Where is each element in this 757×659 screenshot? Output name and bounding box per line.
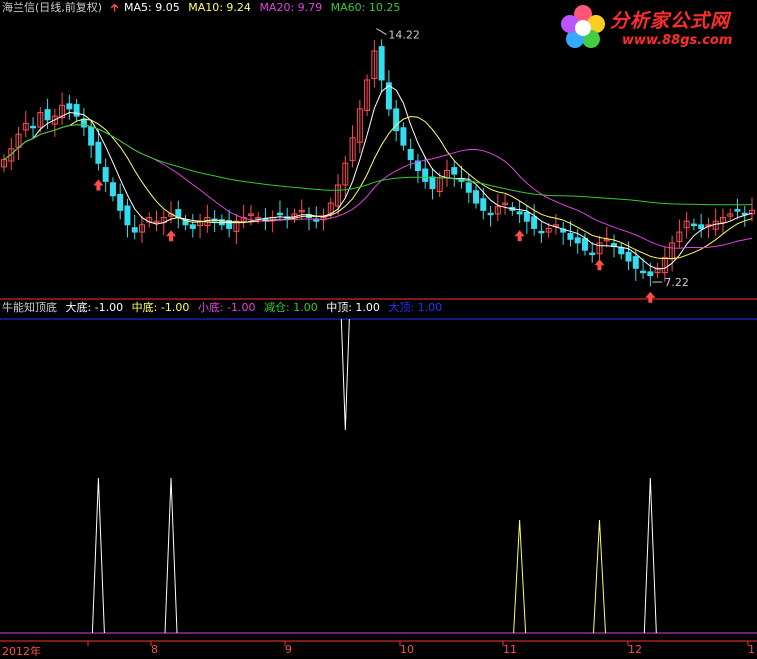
ma5-line: [3, 85, 753, 270]
x-tick-label: 1: [748, 643, 755, 656]
candle-body: [531, 216, 538, 229]
x-tick-label: 9: [285, 643, 292, 656]
candle-body: [451, 167, 458, 175]
buy-arrow-icon: [514, 230, 525, 242]
x-tick-label: 10: [400, 643, 414, 656]
candle-body: [734, 209, 741, 212]
annotation-leader: [376, 28, 387, 35]
candle-body: [131, 227, 138, 233]
candle-body: [465, 182, 472, 193]
candle-body: [538, 230, 545, 234]
candle-body: [407, 148, 414, 161]
candle-body: [690, 223, 697, 227]
candle-body: [124, 205, 131, 226]
indicator-spike: [592, 519, 606, 634]
candle-body: [73, 104, 80, 117]
x-tick-label: 11: [503, 643, 517, 656]
candle-body: [480, 198, 487, 211]
candle-body: [647, 271, 654, 277]
candle-body: [640, 270, 647, 274]
candle-body: [378, 46, 385, 81]
x-tick-label: 12: [628, 643, 642, 656]
candle-body: [66, 103, 73, 110]
buy-arrow-icon: [166, 230, 177, 242]
ma60-line: [3, 124, 753, 206]
candle-body: [429, 176, 436, 190]
indicator-spike: [91, 477, 105, 634]
candle-body: [574, 237, 581, 244]
candle-body: [422, 168, 429, 182]
candle-body: [189, 224, 196, 229]
candle-body: [276, 212, 283, 216]
annotation-label: 7.22: [664, 276, 689, 289]
buy-arrow-icon: [594, 259, 605, 271]
candle-body: [473, 190, 480, 204]
x-tick-label: 8: [151, 643, 158, 656]
candle-body: [523, 211, 530, 222]
candle-body: [30, 125, 37, 129]
candle-body: [95, 141, 102, 164]
buy-arrow-icon: [93, 179, 104, 191]
candle-body: [698, 224, 705, 229]
candle-body: [117, 193, 124, 211]
candle-body: [632, 256, 639, 269]
candle-body: [102, 167, 109, 182]
candle-body: [618, 247, 625, 255]
candle-body: [581, 238, 588, 251]
x-tick-label: 2012年: [2, 645, 41, 658]
candle-body: [516, 211, 523, 215]
candle-body: [44, 109, 51, 121]
ma20-line: [3, 124, 753, 249]
stock-chart: 14.22 7.22: [0, 28, 757, 646]
candle-body: [400, 127, 407, 146]
candle-body: [567, 233, 574, 240]
annotation-label: 14.22: [388, 29, 420, 42]
indicator-spike: [164, 477, 178, 634]
candle-body: [109, 182, 116, 197]
candle-body: [625, 251, 632, 262]
indicator-spike: [513, 519, 527, 634]
candle-body: [589, 252, 596, 256]
candle-body: [80, 118, 87, 128]
candle-body: [487, 212, 494, 216]
indicator-spike: [340, 318, 350, 431]
indicator-spike: [643, 477, 657, 634]
buy-arrow-icon: [645, 291, 656, 303]
candle-body: [88, 126, 95, 146]
